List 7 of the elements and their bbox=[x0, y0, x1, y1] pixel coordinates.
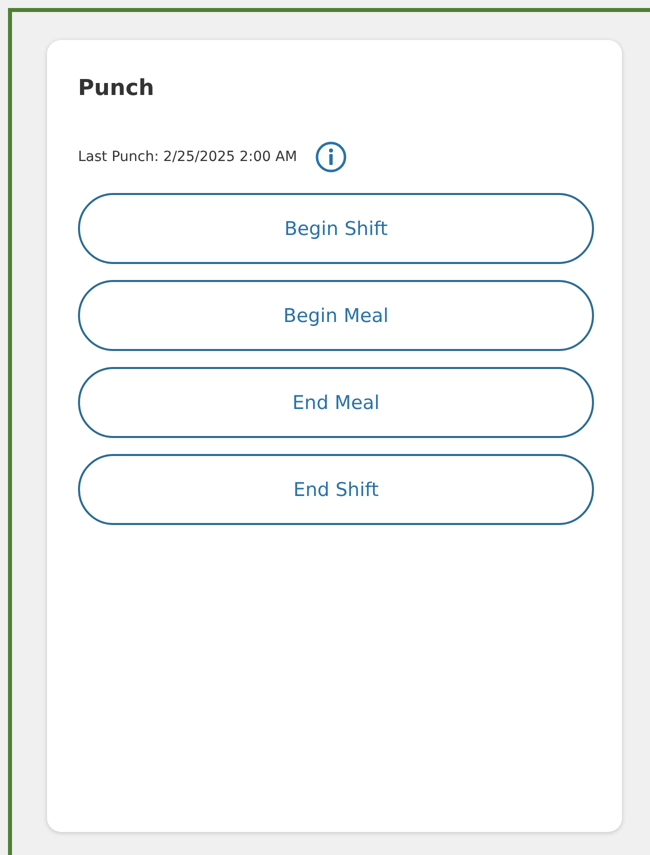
punch-button[interactable]: Begin Meal bbox=[78, 280, 594, 351]
punch-button[interactable]: Begin Shift bbox=[78, 193, 594, 264]
punch-button[interactable]: End Meal bbox=[78, 367, 594, 438]
punch-button[interactable]: End Shift bbox=[78, 454, 594, 525]
last-punch-text: Last Punch: 2/25/2025 2:00 AM bbox=[78, 149, 298, 165]
card-title: Punch bbox=[78, 76, 156, 101]
info-icon[interactable] bbox=[315, 141, 348, 173]
